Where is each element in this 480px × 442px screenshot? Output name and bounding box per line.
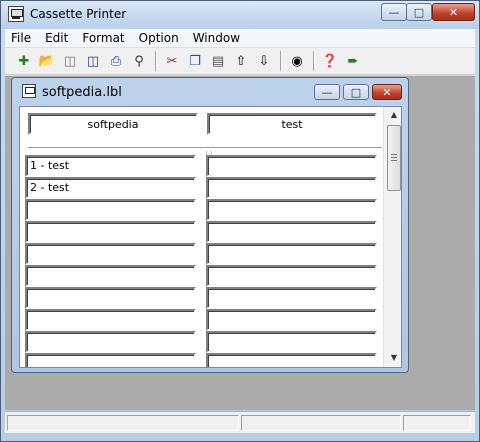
scroll-up-arrow-icon[interactable]: ▲ <box>388 110 400 122</box>
help-icon[interactable]: ❓ <box>319 50 341 72</box>
label-cell-right[interactable] <box>206 353 377 367</box>
label-cell-right[interactable] <box>206 177 377 199</box>
label-cell-left[interactable] <box>25 243 196 265</box>
maximize-button[interactable]: □ <box>406 3 432 21</box>
label-editor: softpedia test 1 - test 2 - test ▲ ▼ <box>19 106 402 368</box>
header-field-left[interactable]: softpedia <box>28 113 198 135</box>
minimize-button[interactable]: — <box>381 3 407 21</box>
move-up-icon[interactable]: ⇧ <box>230 50 252 72</box>
status-bar <box>5 411 475 433</box>
document-close-button[interactable]: ✕ <box>372 84 402 100</box>
header-field-right[interactable]: test <box>207 113 377 135</box>
label-cell-right[interactable] <box>206 243 377 265</box>
label-cell-left[interactable] <box>25 309 196 331</box>
label-cell-right[interactable] <box>206 199 377 221</box>
document-icon <box>22 84 36 98</box>
save-as-icon[interactable]: ◫ <box>82 50 104 72</box>
print-preview-icon[interactable]: ⚲ <box>128 50 150 72</box>
toolbar: ✚ 📂 ◫ ◫ ⎙ ⚲ ✂ ❐ ▤ ⇧ ⇩ ◉ ❓ ➨ <box>5 48 475 75</box>
label-cell-right[interactable] <box>206 331 377 353</box>
menu-edit[interactable]: Edit <box>45 31 68 45</box>
label-cell-right[interactable] <box>206 287 377 309</box>
new-icon[interactable]: ✚ <box>13 50 35 72</box>
label-cell-left[interactable]: 1 - test <box>25 155 196 177</box>
status-pane-extra <box>403 415 471 431</box>
toolbar-separator <box>280 51 282 71</box>
label-cell-left[interactable] <box>25 287 196 309</box>
menu-file[interactable]: File <box>11 31 31 45</box>
toolbar-separator <box>313 51 315 71</box>
exit-icon[interactable]: ➨ <box>342 50 364 72</box>
menu-format[interactable]: Format <box>82 31 124 45</box>
save-icon[interactable]: ◫ <box>59 50 81 72</box>
label-cell-left[interactable] <box>25 221 196 243</box>
label-cell-left[interactable] <box>25 353 196 367</box>
label-cell-left[interactable] <box>25 199 196 221</box>
app-window: Cassette Printer — □ ✕ File Edit Format … <box>0 0 480 442</box>
label-cell-left[interactable]: 2 - test <box>25 177 196 199</box>
vertical-scrollbar[interactable]: ▲ ▼ <box>383 107 401 367</box>
paste-icon[interactable]: ▤ <box>207 50 229 72</box>
close-button[interactable]: ✕ <box>432 3 475 21</box>
status-pane-secondary <box>241 415 401 431</box>
toolbar-separator <box>155 51 157 71</box>
app-title: Cassette Printer <box>30 7 127 21</box>
label-cell-left[interactable] <box>25 331 196 353</box>
copy-icon[interactable]: ❐ <box>184 50 206 72</box>
menu-option[interactable]: Option <box>139 31 179 45</box>
scroll-down-arrow-icon[interactable]: ▼ <box>388 353 400 365</box>
header-divider <box>28 147 382 148</box>
label-cell-left[interactable] <box>25 265 196 287</box>
cut-icon[interactable]: ✂ <box>161 50 183 72</box>
scrollbar-thumb[interactable] <box>387 125 401 191</box>
document-title: softpedia.lbl <box>42 85 122 100</box>
document-minimize-button[interactable]: — <box>314 84 340 100</box>
open-icon[interactable]: 📂 <box>36 50 58 72</box>
print-icon[interactable]: ⎙ <box>105 50 127 72</box>
label-cell-right[interactable] <box>206 265 377 287</box>
menu-window[interactable]: Window <box>193 31 240 45</box>
document-maximize-button[interactable]: □ <box>343 84 369 100</box>
cassette-icon[interactable]: ◉ <box>286 50 308 72</box>
label-cell-right[interactable] <box>206 309 377 331</box>
title-bar[interactable]: Cassette Printer — □ ✕ <box>1 1 479 29</box>
status-pane-main <box>7 415 239 431</box>
move-down-icon[interactable]: ⇩ <box>253 50 275 72</box>
label-cell-right[interactable] <box>206 155 377 177</box>
cassette-printer-icon <box>8 6 24 22</box>
menu-bar: File Edit Format Option Window <box>5 29 475 48</box>
document-window: softpedia.lbl — □ ✕ softpedia test 1 - t… <box>11 77 409 373</box>
label-cell-right[interactable] <box>206 221 377 243</box>
